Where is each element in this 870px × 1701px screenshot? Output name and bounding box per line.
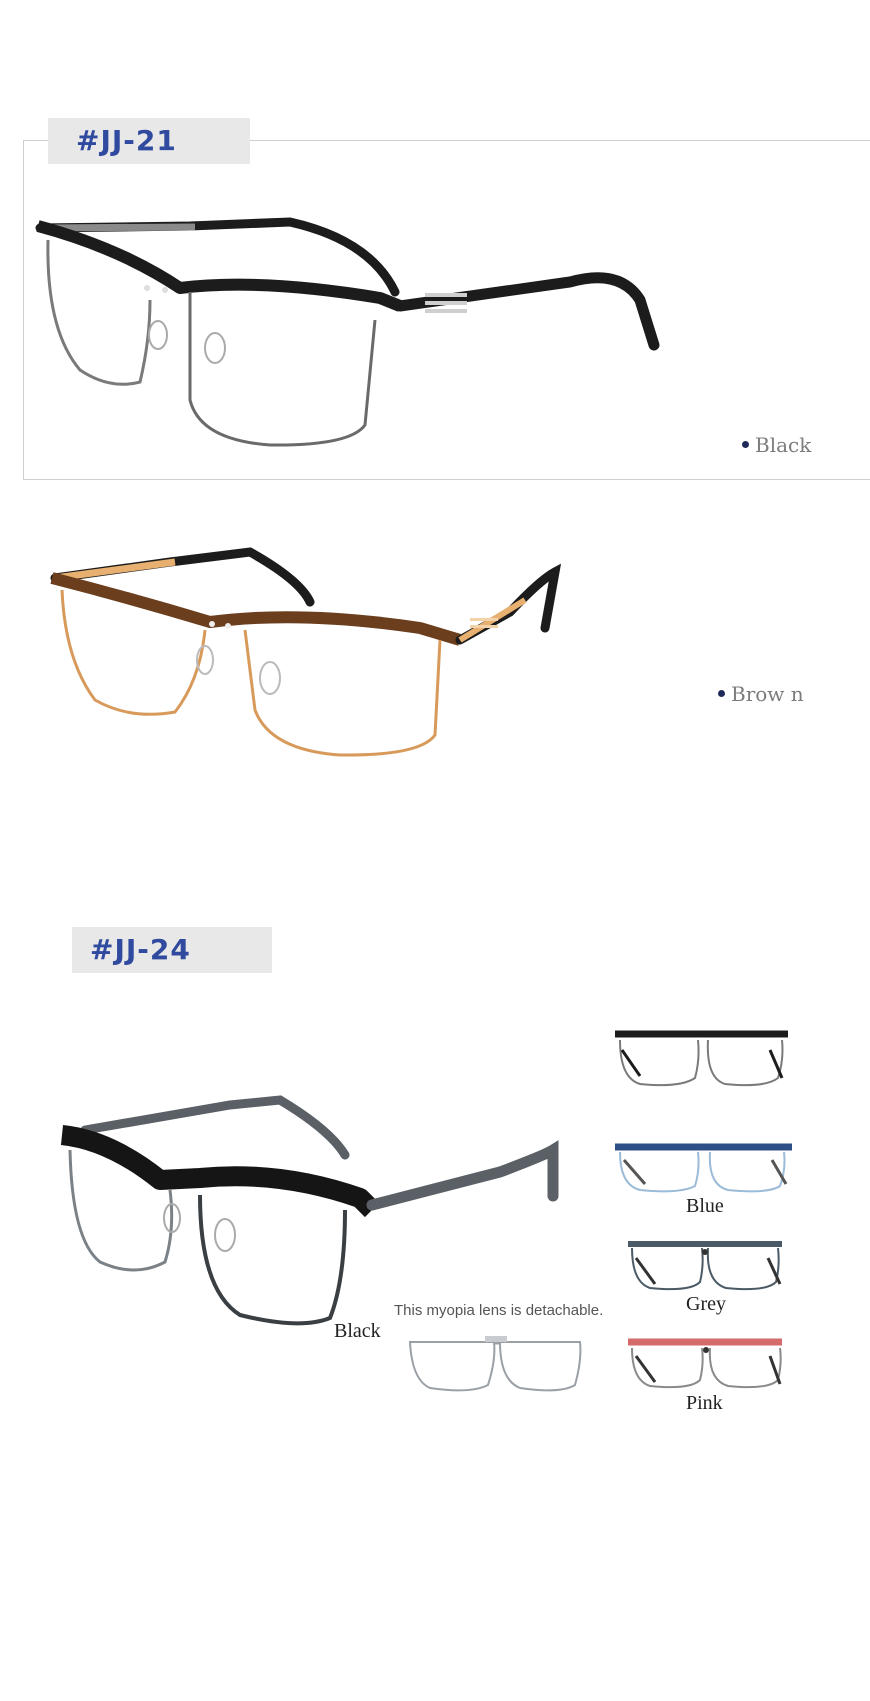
- jj24-variant-pink-image: [628, 1338, 782, 1389]
- jj24-variant-label-pink: Pink: [686, 1392, 723, 1414]
